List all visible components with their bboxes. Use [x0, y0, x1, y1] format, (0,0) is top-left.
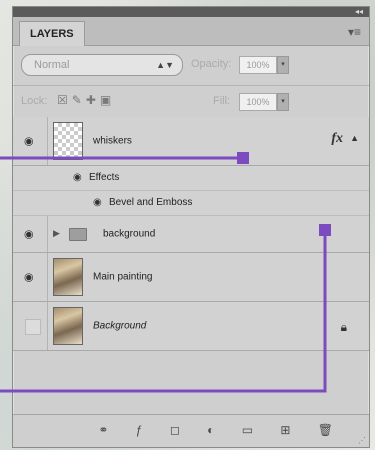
- opacity-slider-button[interactable]: ▾: [277, 56, 289, 74]
- visibility-toggle[interactable]: [17, 302, 48, 350]
- layers-list: ◉ whiskers fx ▲ ◉ Effects ◉ Bevel and Em…: [13, 117, 369, 351]
- opacity-input[interactable]: 100%: [239, 56, 277, 74]
- chevron-updown-icon: ▲▼: [156, 60, 174, 70]
- visibility-toggle[interactable]: ◉: [17, 216, 48, 252]
- effect-item-label: Bevel and Emboss: [109, 197, 193, 208]
- visibility-toggle[interactable]: ◉: [17, 253, 48, 301]
- lock-label: Lock:: [21, 95, 48, 107]
- layer-name: whiskers: [93, 135, 132, 147]
- eye-icon[interactable]: ◉: [73, 172, 82, 183]
- tab-row: LAYERS ▾≡: [13, 17, 369, 46]
- tab-layers[interactable]: LAYERS: [19, 21, 85, 46]
- visibility-toggle[interactable]: ◉: [17, 117, 48, 165]
- eye-icon[interactable]: ◉: [93, 197, 102, 208]
- blend-row: Normal ▲▼ Opacity: 100% ▾: [13, 45, 369, 86]
- lock-options-icons[interactable]: ☒✎✚▣: [57, 93, 115, 107]
- fill-slider-button[interactable]: ▾: [277, 93, 289, 111]
- layer-name: Background: [93, 320, 147, 332]
- layer-group-background[interactable]: ◉ ▶ background: [13, 216, 369, 253]
- layer-name: background: [103, 228, 156, 240]
- layer-thumbnail: [53, 307, 83, 345]
- layer-thumbnail: [53, 258, 83, 296]
- fill-input[interactable]: 100%: [239, 93, 277, 111]
- panel-menu-icon[interactable]: ▾≡: [348, 25, 361, 39]
- fx-icon[interactable]: fx: [331, 131, 343, 147]
- eye-icon: ◉: [24, 271, 34, 284]
- eye-icon: ◉: [24, 228, 34, 241]
- panel-footer: ⚭ ƒ ◻ ◐ ▭ ⊞ 🗑︎ ⋰: [13, 414, 369, 447]
- empty-visibility-box: [25, 319, 41, 335]
- layer-thumbnail: [53, 122, 83, 160]
- panel-title-bar[interactable]: ◂◂: [13, 7, 369, 17]
- collapse-icon[interactable]: ◂◂: [355, 7, 363, 17]
- layers-panel: ◂◂ LAYERS ▾≡ Normal ▲▼ Opacity: 100% ▾ L…: [12, 6, 370, 448]
- footer-icons[interactable]: ⚭ ƒ ◻ ◐ ▭ ⊞ 🗑︎: [98, 423, 345, 437]
- layer-name: Main painting: [93, 271, 153, 283]
- layer-main-painting[interactable]: ◉ Main painting: [13, 253, 369, 302]
- resize-grip-icon[interactable]: ⋰: [358, 436, 366, 445]
- expand-effects-icon[interactable]: ▲: [350, 133, 359, 143]
- eye-icon: ◉: [24, 135, 34, 148]
- lock-icon: 🔒︎: [340, 320, 347, 334]
- blend-mode-value: Normal: [34, 59, 70, 71]
- layer-whiskers[interactable]: ◉ whiskers fx ▲: [13, 117, 369, 166]
- lock-row: Lock: ☒✎✚▣ Fill: 100% ▾: [13, 85, 369, 118]
- expand-triangle-icon[interactable]: ▶: [53, 228, 60, 239]
- effect-item-row[interactable]: ◉ Bevel and Emboss: [13, 191, 369, 216]
- layer-background[interactable]: Background 🔒︎: [13, 302, 369, 351]
- fill-label: Fill:: [213, 95, 231, 107]
- folder-icon: [69, 228, 87, 241]
- effects-label: Effects: [89, 172, 120, 183]
- blend-mode-select[interactable]: Normal ▲▼: [21, 54, 183, 76]
- effects-row[interactable]: ◉ Effects: [13, 166, 369, 191]
- opacity-label: Opacity:: [191, 58, 232, 70]
